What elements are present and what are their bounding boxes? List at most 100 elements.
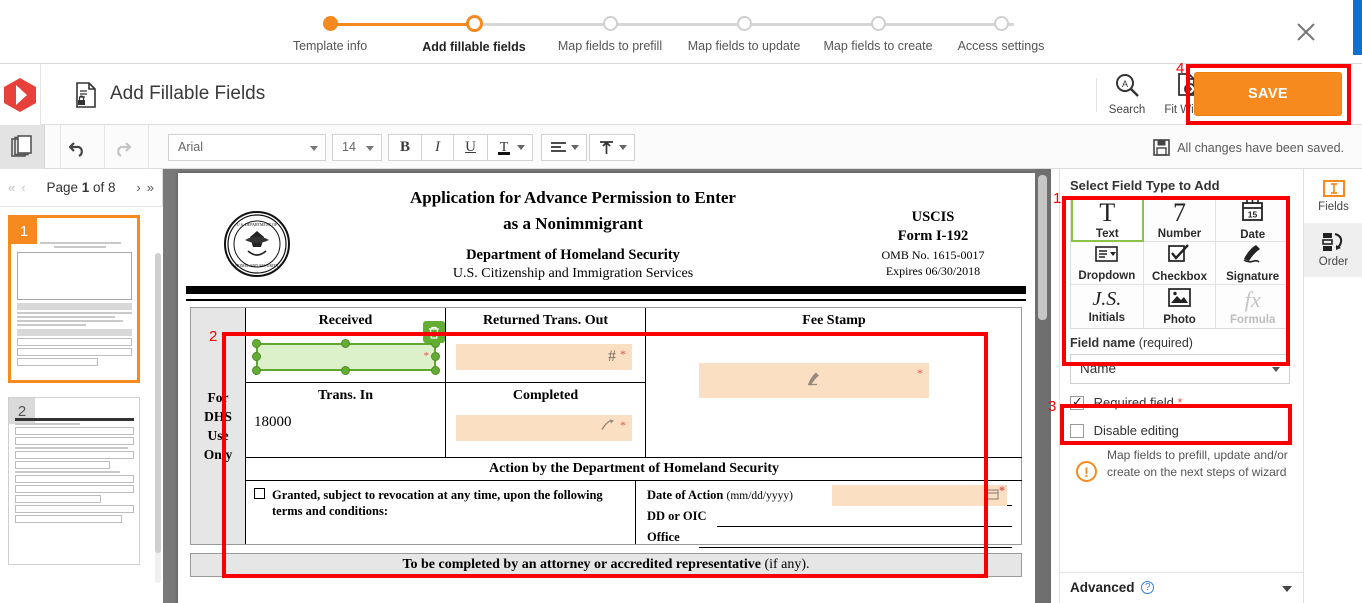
chevron-down-icon — [1272, 367, 1280, 372]
mapping-notice-text: Map fields to prefill, update and/or cre… — [1107, 448, 1288, 479]
number-field-returned[interactable]: # * — [456, 344, 632, 370]
format-toolbar: Arial 14 B I U T All changes have been s… — [0, 125, 1362, 169]
line-spacing-button[interactable] — [589, 134, 635, 161]
save-button[interactable]: SAVE — [1194, 72, 1342, 116]
bold-button[interactable]: B — [388, 134, 422, 161]
form-title-line2: as a Nonimmigrant — [503, 214, 643, 233]
field-type-dropdown[interactable]: Dropdown — [1071, 242, 1144, 285]
text-icon: T — [1099, 198, 1116, 227]
wizard-step-map-create[interactable]: Map fields to create — [810, 14, 946, 53]
form-divider-thin — [186, 299, 1026, 301]
floppy-icon — [1153, 139, 1171, 156]
wizard-step-label: Map fields to prefill — [557, 39, 663, 53]
disable-editing-checkbox[interactable] — [1070, 424, 1084, 438]
undo-button[interactable] — [63, 132, 93, 162]
form-agency-line1: Department of Homeland Security — [466, 247, 680, 263]
wizard-step-template-info[interactable]: Template info — [270, 14, 390, 53]
underline-button[interactable]: U — [454, 134, 488, 161]
document-scrollbar[interactable] — [1035, 169, 1051, 603]
date-field-action[interactable]: * — [832, 483, 1007, 506]
prev-page-button[interactable]: ‹ — [18, 180, 28, 195]
text-align-button[interactable] — [541, 134, 587, 161]
selected-text-field[interactable]: * — [252, 321, 445, 375]
form-document: U.S. DEPARTMENT OF HOMELAND SECURITY App… — [178, 173, 1035, 603]
help-icon[interactable]: ? — [1141, 581, 1155, 594]
initials-icon: J.S. — [1092, 288, 1122, 310]
tab-order-label: Order — [1318, 256, 1349, 268]
wizard-step-map-prefill[interactable]: Map fields to prefill — [542, 14, 678, 53]
toolbar-separator — [104, 125, 105, 169]
date-of-action-label: Date of Action — [647, 488, 724, 502]
wizard-step-label: Map fields to create — [823, 39, 933, 53]
field-type-label: Number — [1157, 227, 1202, 240]
form-agency-line2: U.S. Citizenship and Immigration Service… — [452, 266, 694, 281]
resize-handle-s[interactable] — [341, 366, 350, 375]
granted-checkbox[interactable] — [254, 488, 265, 499]
step-dot — [736, 16, 752, 31]
close-icon[interactable] — [1294, 20, 1318, 44]
resize-handle-e[interactable] — [431, 352, 440, 361]
field-type-number[interactable]: 7 Number — [1143, 197, 1217, 242]
required-field-label: Required field — [1093, 395, 1174, 410]
search-label: Search — [1108, 104, 1146, 116]
field-type-checkbox[interactable]: Checkbox — [1143, 242, 1217, 285]
wizard-step-add-fillable-fields[interactable]: Add fillable fields — [406, 14, 542, 54]
dd-or-oic-label: DD or OIC — [647, 509, 707, 523]
initials-field-completed[interactable]: * — [456, 415, 632, 441]
field-type-text[interactable]: T Text — [1071, 198, 1144, 242]
tab-fields[interactable]: Fields — [1304, 169, 1362, 223]
granted-clause: Granted, subject to revocation at any ti… — [246, 481, 636, 544]
page-thumbnail-1[interactable]: 1 — [8, 215, 140, 383]
signature-field-fee-stamp[interactable]: * — [699, 363, 929, 398]
delete-field-button[interactable] — [423, 321, 445, 343]
cell-returned-header: Returned Trans. Out — [482, 313, 609, 328]
last-page-button[interactable]: » — [144, 180, 157, 195]
search-button[interactable]: A Search — [1097, 72, 1157, 116]
disable-editing-row[interactable]: Disable editing — [1070, 423, 1179, 438]
number-icon: # — [608, 348, 616, 365]
tab-order[interactable]: Order — [1304, 223, 1362, 277]
required-asterisk: * — [620, 418, 626, 432]
wizard-step-access-settings[interactable]: Access settings — [942, 14, 1060, 53]
field-type-photo[interactable]: Photo — [1143, 285, 1217, 328]
step-dot-done — [322, 16, 338, 31]
field-type-date[interactable]: 15 Date — [1216, 198, 1289, 242]
first-page-button[interactable]: « — [5, 180, 18, 195]
required-field-checkbox[interactable] — [1070, 394, 1084, 410]
page-thumbnail-2[interactable]: 2 — [8, 397, 140, 565]
of-word: of — [93, 180, 105, 195]
resize-handle-nw[interactable] — [252, 339, 261, 348]
field-type-label: Initials — [1088, 312, 1126, 324]
dhs-use-table: For DHS Use Only Received * Returned Tra… — [190, 307, 1022, 548]
pages-panel-toggle[interactable] — [0, 125, 45, 169]
document-viewer: U.S. DEPARTMENT OF HOMELAND SECURITY App… — [163, 169, 1051, 603]
number-icon: 7 — [1172, 197, 1186, 227]
wizard-step-map-update[interactable]: Map fields to update — [676, 14, 812, 53]
panel-title: Select Field Type to Add — [1070, 178, 1220, 193]
svg-text:HOMELAND SECURITY: HOMELAND SECURITY — [235, 263, 279, 268]
font-size-select[interactable]: 14 — [332, 134, 382, 161]
advanced-section-toggle[interactable]: Advanced ? — [1060, 572, 1304, 603]
action-details: Date of Action (mm/dd/yyyy) * DD or OIC … — [637, 481, 1022, 548]
chevron-down-icon — [310, 146, 318, 151]
field-name-select[interactable]: Name — [1070, 354, 1290, 384]
field-type-initials[interactable]: J.S. Initials — [1071, 285, 1144, 328]
font-family-select[interactable]: Arial — [168, 134, 326, 161]
resize-handle-n[interactable] — [341, 339, 350, 348]
thumbnail-scrollbar[interactable] — [155, 253, 161, 583]
redo-button[interactable] — [107, 132, 137, 162]
resize-handle-w[interactable] — [252, 352, 261, 361]
resize-handle-sw[interactable] — [252, 366, 261, 375]
thumbnail-preview — [15, 404, 134, 559]
field-type-signature[interactable]: Signature — [1216, 242, 1289, 285]
italic-button[interactable]: I — [422, 134, 454, 161]
text-color-button[interactable]: T — [488, 134, 533, 161]
step-dot — [993, 16, 1009, 31]
signature-icon — [805, 368, 825, 393]
resize-handle-se[interactable] — [431, 366, 440, 375]
wizard-steps: Template info Add fillable fields Map fi… — [270, 14, 1050, 60]
required-field-row[interactable]: Required field * — [1070, 394, 1183, 410]
form-title-line1: Application for Advance Permission to En… — [410, 188, 736, 207]
wizard-header: Template info Add fillable fields Map fi… — [0, 0, 1362, 64]
next-page-button[interactable]: › — [133, 180, 143, 195]
